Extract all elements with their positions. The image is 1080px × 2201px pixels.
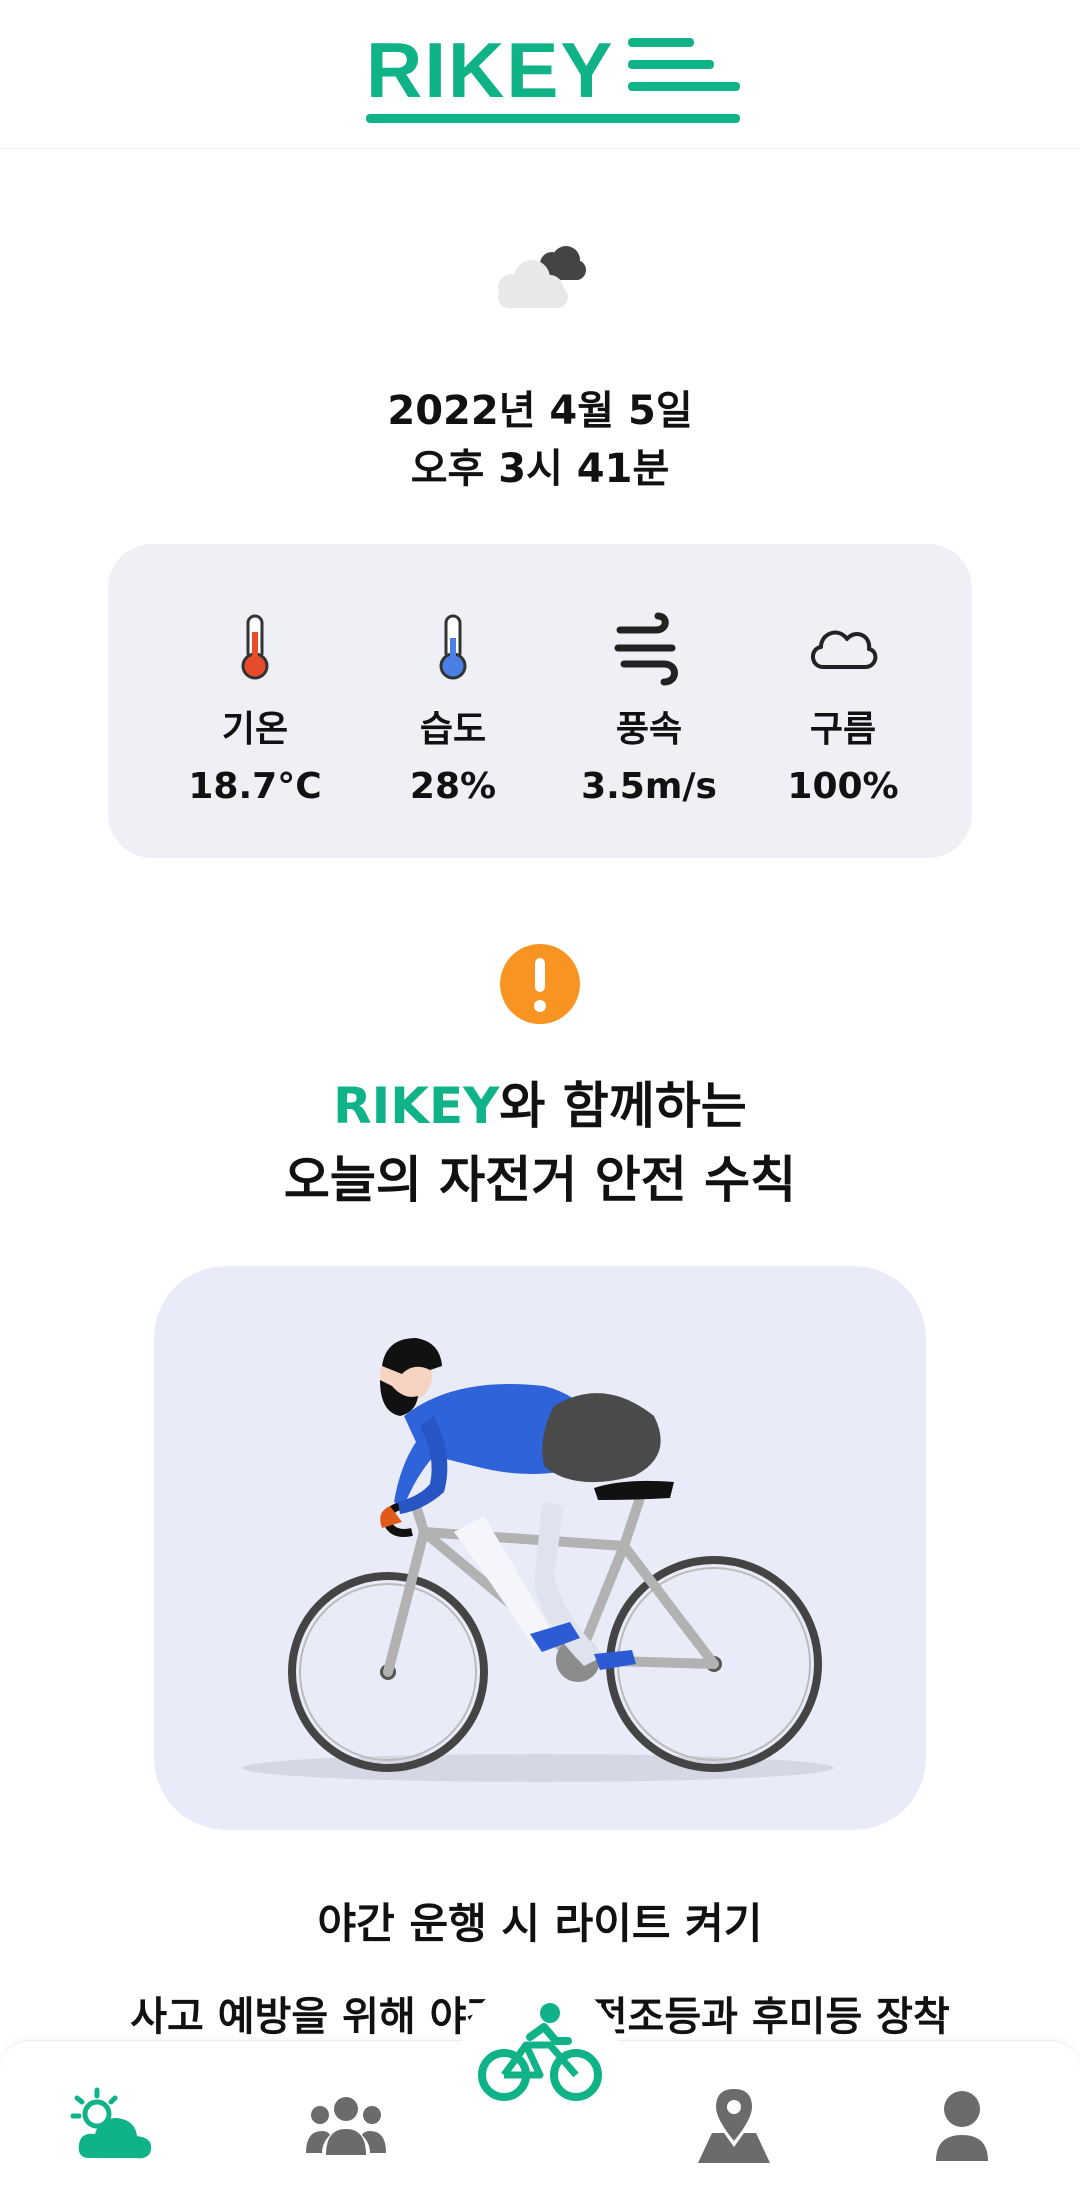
tip-title: 야간 운행 시 라이트 켜기 — [317, 1899, 763, 1948]
bicycle-icon — [478, 2003, 602, 2101]
nav-weather[interactable] — [64, 2081, 164, 2171]
user-icon — [936, 2091, 988, 2161]
weather-stats-card: 기온 18.7°C 습도 28% 풍속 3.5m/s 구름 100% — [108, 544, 972, 858]
stat-humidity: 습도 28% — [358, 608, 548, 807]
exclamation-icon — [500, 944, 580, 1024]
stat-value: 18.7°C — [188, 766, 322, 807]
brand-name: RIKEY — [333, 1077, 500, 1135]
stat-wind: 풍속 3.5m/s — [554, 608, 744, 807]
safety-headline: RIKEY와 함께하는 — [0, 1066, 1080, 1138]
stat-value: 3.5m/s — [581, 766, 717, 807]
cyclist-image — [242, 1338, 834, 1782]
stat-temperature: 기온 18.7°C — [160, 608, 350, 807]
cloud-icon — [811, 630, 878, 669]
app-header: RIKEY — [0, 0, 1080, 149]
stat-label: 습도 — [419, 709, 487, 750]
nav-community[interactable] — [296, 2081, 396, 2171]
rikey-logo: RIKEY — [366, 30, 746, 130]
stat-value: 28% — [409, 766, 497, 807]
weather-icon — [70, 2087, 152, 2159]
stat-value: 100% — [787, 766, 899, 807]
stat-label: 풍속 — [615, 709, 683, 750]
nav-profile[interactable] — [912, 2081, 1012, 2171]
current-time: 오후 3시 41분 — [410, 446, 670, 492]
thermometer-hot-icon — [241, 614, 269, 680]
stat-clouds: 구름 100% — [748, 608, 938, 807]
cyclist-illustration — [154, 1266, 926, 1830]
logo-speed-lines — [366, 38, 740, 123]
stat-label: 구름 — [809, 709, 877, 750]
headline-suffix: 와 함께하는 — [499, 1077, 747, 1135]
stat-label: 기온 — [221, 709, 289, 750]
wind-icon — [614, 612, 678, 686]
nav-map[interactable] — [684, 2081, 784, 2171]
safety-headline-line2: 오늘의 자전거 안전 수칙 — [283, 1151, 797, 1209]
nav-ride-button[interactable] — [460, 1978, 620, 2128]
cloudy-icon — [498, 246, 586, 308]
thermometer-cold-icon — [439, 614, 467, 680]
map-pin-icon — [698, 2089, 770, 2163]
people-icon — [306, 2097, 386, 2155]
current-date: 2022년 4월 5일 — [387, 388, 693, 434]
